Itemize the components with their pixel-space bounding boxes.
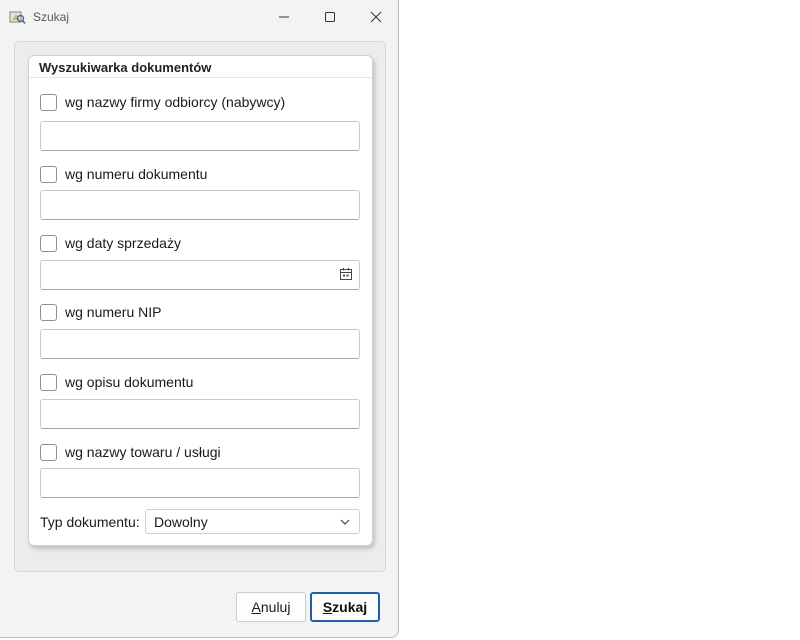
document-type-select[interactable]: Dowolny [145, 509, 360, 534]
app-icon [9, 11, 26, 25]
checkbox-nip[interactable] [40, 303, 57, 321]
close-button[interactable] [353, 0, 399, 34]
checkbox-sale-date[interactable] [40, 234, 57, 252]
groupbox-title: Wyszukiwarka dokumentów [39, 60, 212, 75]
checkbox-label: wg daty sprzedaży [65, 235, 181, 251]
maximize-button[interactable] [307, 0, 353, 34]
checkbox-product-name[interactable] [40, 443, 57, 461]
cancel-button[interactable]: Anuluj [236, 592, 306, 622]
criterion-sale-date[interactable]: wg daty sprzedaży [40, 233, 181, 253]
company-name-input[interactable] [40, 121, 360, 151]
checkbox-document-number[interactable] [40, 165, 57, 183]
document-type-label: Typ dokumentu: [40, 514, 140, 530]
search-button[interactable]: Szukaj [310, 592, 380, 622]
criterion-nip[interactable]: wg numeru NIP [40, 302, 161, 322]
criterion-document-number[interactable]: wg numeru dokumentu [40, 164, 207, 184]
minimize-button[interactable] [261, 0, 307, 34]
document-number-input[interactable] [40, 190, 360, 220]
document-description-input[interactable] [40, 399, 360, 429]
sale-date-input[interactable] [40, 260, 360, 290]
close-icon [370, 11, 382, 23]
checkbox-company-name[interactable] [40, 93, 57, 111]
maximize-icon [325, 12, 335, 22]
cancel-mnemonic: A [251, 599, 261, 615]
search-label: zukaj [332, 599, 368, 615]
groupbox-separator [29, 77, 372, 78]
minimize-icon [279, 16, 289, 18]
checkbox-label: wg numeru dokumentu [65, 166, 208, 182]
checkbox-label: wg numeru NIP [65, 304, 162, 320]
checkbox-document-description[interactable] [40, 373, 57, 391]
chevron-down-icon [340, 519, 350, 525]
title-bar[interactable]: Szukaj [0, 0, 399, 34]
document-type-value: Dowolny [154, 514, 208, 530]
cancel-label: nuluj [260, 599, 291, 615]
checkbox-label: wg nazwy towaru / usługi [65, 444, 221, 460]
calendar-icon[interactable] [339, 267, 353, 281]
window-title: Szukaj [33, 10, 70, 24]
nip-input[interactable] [40, 329, 360, 359]
search-mnemonic: S [322, 599, 333, 615]
criterion-company-name[interactable]: wg nazwy firmy odbiorcy (nabywcy) [40, 92, 285, 112]
product-name-input[interactable] [40, 468, 360, 498]
checkbox-label: wg opisu dokumentu [65, 374, 194, 390]
checkbox-label: wg nazwy firmy odbiorcy (nabywcy) [65, 94, 286, 110]
criterion-document-description[interactable]: wg opisu dokumentu [40, 372, 193, 392]
criterion-product-name[interactable]: wg nazwy towaru / usługi [40, 442, 221, 462]
